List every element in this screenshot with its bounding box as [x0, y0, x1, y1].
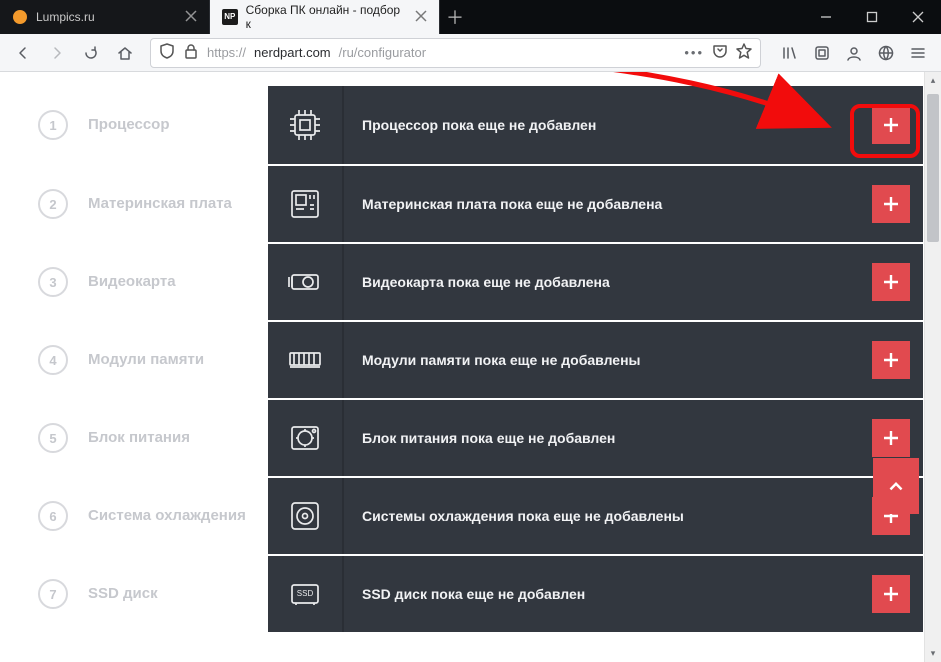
step-number: 2: [18, 166, 88, 242]
add-gpu-button[interactable]: [872, 263, 910, 301]
step-number: 3: [18, 244, 88, 320]
config-row-mobo: 2 Материнская плата Материнская плата по…: [18, 164, 923, 242]
component-label: Блок питания: [88, 400, 268, 476]
config-row-fan: 6 Система охлаждения Системы охлаждения …: [18, 476, 923, 554]
tab-lumpics[interactable]: Lumpics.ru: [0, 0, 210, 34]
close-icon[interactable]: [413, 8, 429, 27]
step-number: 4: [18, 322, 88, 398]
browser-navbar: https:// nerdpart.com/ru/configurator •••: [0, 34, 941, 72]
cpu-icon: [268, 86, 344, 164]
add-mobo-button[interactable]: [872, 185, 910, 223]
empty-message: SSD диск пока еще не добавлен: [344, 556, 859, 632]
config-row-cpu: 1 Процессор Процессор пока еще не добавл…: [18, 86, 923, 164]
url-host: nerdpart.com: [254, 45, 331, 60]
address-bar[interactable]: https:// nerdpart.com/ru/configurator •••: [150, 38, 761, 68]
new-tab-button[interactable]: ＋: [440, 0, 470, 34]
step-number: 7: [18, 556, 88, 632]
fan-icon: [268, 478, 344, 554]
component-label: Материнская плата: [88, 166, 268, 242]
step-number: 6: [18, 478, 88, 554]
scroll-to-top-button[interactable]: [873, 458, 919, 514]
config-row-gpu: 3 Видеокарта Видеокарта пока еще не доба…: [18, 242, 923, 320]
shield-icon[interactable]: [159, 43, 175, 62]
browser-tabs: Lumpics.ru NP Сборка ПК онлайн - подбор …: [0, 0, 803, 34]
empty-message: Материнская плата пока еще не добавлена: [344, 166, 859, 242]
scroll-down-button[interactable]: ▾: [925, 645, 941, 662]
tab-title: Сборка ПК онлайн - подбор к: [246, 3, 405, 31]
config-row-ram: 4 Модули памяти Модули памяти пока еще н…: [18, 320, 923, 398]
lock-icon[interactable]: [183, 43, 199, 62]
mobo-icon: [268, 166, 344, 242]
window-titlebar: Lumpics.ru NP Сборка ПК онлайн - подбор …: [0, 0, 941, 34]
add-psu-button[interactable]: [872, 419, 910, 457]
component-label: SSD диск: [88, 556, 268, 632]
component-label: Процессор: [88, 86, 268, 164]
account-icon[interactable]: [839, 38, 869, 68]
forward-button[interactable]: [42, 38, 72, 68]
config-row-psu: 5 Блок питания Блок питания пока еще не …: [18, 398, 923, 476]
empty-message: Системы охлаждения пока еще не добавлены: [344, 478, 859, 554]
config-row-ssd: 7 SSD диск SSD диск пока еще не добавлен: [18, 554, 923, 632]
library-icon[interactable]: [775, 38, 805, 68]
tab-title: Lumpics.ru: [36, 10, 95, 24]
pocket-icon[interactable]: [712, 43, 728, 62]
reload-button[interactable]: [76, 38, 106, 68]
empty-message: Модули памяти пока еще не добавлены: [344, 322, 859, 398]
menu-icon[interactable]: [903, 38, 933, 68]
maximize-button[interactable]: [849, 0, 895, 34]
page-actions-icon[interactable]: •••: [684, 45, 704, 60]
add-ram-button[interactable]: [872, 341, 910, 379]
back-button[interactable]: [8, 38, 38, 68]
scrollbar[interactable]: ▴ ▾: [924, 72, 941, 662]
home-button[interactable]: [110, 38, 140, 68]
globe-icon[interactable]: [871, 38, 901, 68]
empty-message: Видеокарта пока еще не добавлена: [344, 244, 859, 320]
ram-icon: [268, 322, 344, 398]
step-number: 5: [18, 400, 88, 476]
close-icon[interactable]: [183, 8, 199, 27]
close-window-button[interactable]: [895, 0, 941, 34]
empty-message: Процессор пока еще не добавлен: [344, 86, 859, 164]
gpu-icon: [268, 244, 344, 320]
add-cpu-button[interactable]: [872, 106, 910, 144]
component-label: Модули памяти: [88, 322, 268, 398]
component-label: Видеокарта: [88, 244, 268, 320]
favicon-np: NP: [222, 9, 238, 25]
tab-nerdpart[interactable]: NP Сборка ПК онлайн - подбор к: [210, 0, 440, 34]
empty-message: Блок питания пока еще не добавлен: [344, 400, 859, 476]
page-viewport: 1 Процессор Процессор пока еще не добавл…: [0, 72, 941, 662]
window-controls: [803, 0, 941, 34]
component-label: Система охлаждения: [88, 478, 268, 554]
scroll-thumb[interactable]: [927, 94, 939, 242]
minimize-button[interactable]: [803, 0, 849, 34]
sidebar-icon[interactable]: [807, 38, 837, 68]
ssd-icon: [268, 556, 344, 632]
url-path: /ru/configurator: [339, 45, 426, 60]
step-number: 1: [18, 86, 88, 164]
url-prefix: https://: [207, 45, 246, 60]
favicon-orange: [12, 9, 28, 25]
bookmark-star-icon[interactable]: [736, 43, 752, 62]
add-ssd-button[interactable]: [872, 575, 910, 613]
scroll-up-button[interactable]: ▴: [925, 72, 941, 89]
psu-icon: [268, 400, 344, 476]
